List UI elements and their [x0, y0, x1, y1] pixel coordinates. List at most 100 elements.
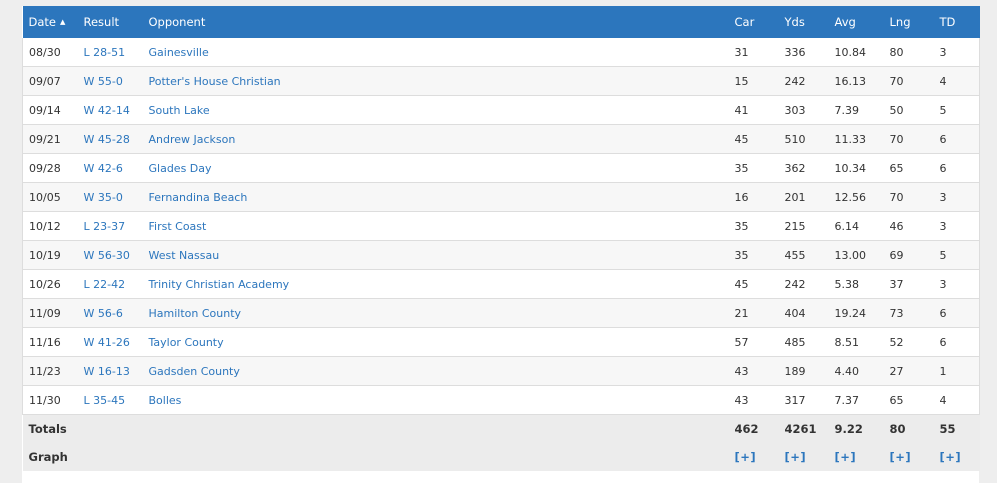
- game-lng: 70: [883, 182, 934, 212]
- game-result-link[interactable]: L 22-42: [77, 269, 143, 299]
- game-lng: 50: [883, 95, 934, 125]
- game-lng: 65: [883, 385, 934, 415]
- game-lng: 65: [883, 153, 934, 183]
- game-td: 4: [933, 385, 980, 415]
- game-result-link[interactable]: L 35-45: [77, 385, 143, 415]
- column-header-lng[interactable]: Lng: [883, 6, 934, 38]
- opponent-link[interactable]: First Coast: [142, 211, 729, 241]
- game-result-link[interactable]: W 41-26: [77, 327, 143, 357]
- game-avg: 6.14: [828, 211, 884, 241]
- game-td: 3: [933, 182, 980, 212]
- game-lng: 70: [883, 66, 934, 96]
- game-date: 09/14: [22, 95, 78, 125]
- game-td: 6: [933, 327, 980, 357]
- opponent-link[interactable]: South Lake: [142, 95, 729, 125]
- column-header-opponent[interactable]: Opponent: [142, 6, 729, 38]
- opponent-link[interactable]: Bolles: [142, 385, 729, 415]
- game-yds: 404: [778, 298, 829, 328]
- game-result-link[interactable]: W 56-6: [77, 298, 143, 328]
- opponent-link[interactable]: Gadsden County: [142, 356, 729, 386]
- game-car: 43: [728, 385, 779, 415]
- opponent-link[interactable]: Hamilton County: [142, 298, 729, 328]
- opponent-link[interactable]: Fernandina Beach: [142, 182, 729, 212]
- game-result-link[interactable]: W 42-14: [77, 95, 143, 125]
- game-lng: 52: [883, 327, 934, 357]
- column-header-car[interactable]: Car: [728, 6, 779, 38]
- graph-car-button[interactable]: [+]: [735, 450, 757, 464]
- table-row: 10/12 L 23-37 First Coast 35 215 6.14 46 3: [22, 211, 980, 241]
- table-row: 10/26 L 22-42 Trinity Christian Academy 45 2…: [22, 269, 980, 299]
- table-row: 09/07 W 55-0 Potter's House Christian 15 242…: [22, 66, 980, 96]
- column-header-result[interactable]: Result: [77, 6, 143, 38]
- game-td: 3: [933, 211, 980, 241]
- game-yds: 242: [778, 66, 829, 96]
- graph-empty-result: [77, 443, 143, 471]
- opponent-link[interactable]: Trinity Christian Academy: [142, 269, 729, 299]
- column-header-date[interactable]: Date ▲: [22, 6, 78, 38]
- game-result-link[interactable]: W 35-0: [77, 182, 143, 212]
- opponent-link[interactable]: Gainesville: [142, 38, 729, 67]
- game-result-link[interactable]: L 23-37: [77, 211, 143, 241]
- game-td: 4: [933, 66, 980, 96]
- game-lng: 69: [883, 240, 934, 270]
- table-row: 08/30 L 28-51 Gainesville 31 336 10.84 80 3: [22, 38, 980, 67]
- game-td: 6: [933, 298, 980, 328]
- game-date: 09/07: [22, 66, 78, 96]
- game-lng: 46: [883, 211, 934, 241]
- game-car: 43: [728, 356, 779, 386]
- game-lng: 80: [883, 38, 934, 67]
- game-stats-table: Date ▲ Result Opponent Car Yds Avg Lng TD…: [22, 6, 980, 471]
- game-lng: 27: [883, 356, 934, 386]
- game-avg: 16.13: [828, 66, 884, 96]
- table-row: 10/19 W 56-30 West Nassau 35 455 13.00 69 5: [22, 240, 980, 270]
- game-car: 35: [728, 153, 779, 183]
- game-date: 10/26: [22, 269, 78, 299]
- totals-lng: 80: [883, 414, 934, 443]
- table-row: 11/09 W 56-6 Hamilton County 21 404 19.24 73 6: [22, 298, 980, 328]
- table-row: 09/21 W 45-28 Andrew Jackson 45 510 11.33 70 6: [22, 124, 980, 154]
- opponent-link[interactable]: Potter's House Christian: [142, 66, 729, 96]
- game-result-link[interactable]: W 16-13: [77, 356, 143, 386]
- opponent-link[interactable]: Glades Day: [142, 153, 729, 183]
- game-avg: 19.24: [828, 298, 884, 328]
- opponent-link[interactable]: Andrew Jackson: [142, 124, 729, 154]
- game-avg: 10.84: [828, 38, 884, 67]
- game-date: 08/30: [22, 38, 78, 67]
- game-result-link[interactable]: W 56-30: [77, 240, 143, 270]
- game-date: 11/09: [22, 298, 78, 328]
- game-avg: 10.34: [828, 153, 884, 183]
- game-result-link[interactable]: W 55-0: [77, 66, 143, 96]
- game-avg: 12.56: [828, 182, 884, 212]
- column-header-yds[interactable]: Yds: [778, 6, 829, 38]
- graph-avg-button[interactable]: [+]: [835, 450, 857, 464]
- game-result-link[interactable]: L 28-51: [77, 38, 143, 67]
- graph-empty-opponent: [142, 443, 729, 471]
- game-yds: 317: [778, 385, 829, 415]
- game-td: 5: [933, 240, 980, 270]
- graph-lng-button[interactable]: [+]: [890, 450, 912, 464]
- graph-label: Graph: [22, 443, 78, 471]
- graph-yds-button[interactable]: [+]: [785, 450, 807, 464]
- opponent-link[interactable]: Taylor County: [142, 327, 729, 357]
- game-lng: 73: [883, 298, 934, 328]
- game-result-link[interactable]: W 45-28: [77, 124, 143, 154]
- graph-td-button[interactable]: [+]: [940, 450, 962, 464]
- game-td: 1: [933, 356, 980, 386]
- column-header-avg[interactable]: Avg: [828, 6, 884, 38]
- game-date: 11/16: [22, 327, 78, 357]
- game-td: 6: [933, 124, 980, 154]
- game-result-link[interactable]: W 42-6: [77, 153, 143, 183]
- opponent-link[interactable]: West Nassau: [142, 240, 729, 270]
- game-date: 09/28: [22, 153, 78, 183]
- column-header-td[interactable]: TD: [933, 6, 980, 38]
- column-header-label: Date: [28, 15, 57, 29]
- game-car: 57: [728, 327, 779, 357]
- table-row: 10/05 W 35-0 Fernandina Beach 16 201 12.56 70 3: [22, 182, 980, 212]
- game-avg: 7.37: [828, 385, 884, 415]
- game-avg: 11.33: [828, 124, 884, 154]
- game-avg: 4.40: [828, 356, 884, 386]
- totals-empty-result: [77, 414, 143, 443]
- game-car: 15: [728, 66, 779, 96]
- game-date: 11/23: [22, 356, 78, 386]
- game-yds: 485: [778, 327, 829, 357]
